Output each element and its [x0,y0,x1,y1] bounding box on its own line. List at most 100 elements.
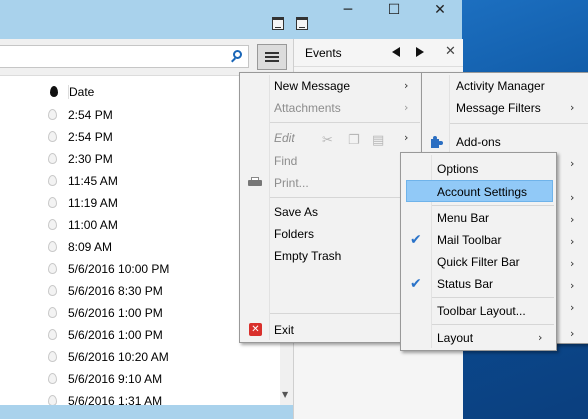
junk-status-icon[interactable] [48,307,57,318]
menu-item-label: Save As [274,205,319,219]
message-date: 8:09 AM [68,240,113,254]
calendar-icon[interactable] [272,17,284,30]
junk-status-icon[interactable] [48,351,57,362]
date-column-header[interactable]: Date [68,85,94,99]
menu-item-menu-bar[interactable]: Menu Bar [401,207,556,229]
menu-item-label: Toolbar Layout... [437,304,526,318]
menu-item-label: Empty Trash [274,249,342,263]
junk-status-icon[interactable] [48,175,57,186]
menu-item-find[interactable]: Find [240,150,421,172]
menu-item-print[interactable]: Print... [240,172,421,194]
message-date: 11:00 AM [68,218,118,232]
menu-item-layout[interactable]: Layout › [401,327,556,349]
menu-item-label: Activity Manager [456,79,545,93]
search-input[interactable] [0,45,249,68]
menu-item-label: Menu Bar [437,211,490,225]
paste-icon[interactable]: ▤ [372,130,384,152]
menu-separator [270,197,420,198]
message-date: 2:30 PM [68,152,113,166]
junk-status-icon[interactable] [48,219,57,230]
search-icon[interactable] [233,50,242,59]
chevron-right-icon: › [570,157,575,170]
table-row[interactable]: 11:45 AM [0,170,280,192]
chevron-right-icon: › [570,279,575,292]
menu-item-edit[interactable]: Edit ✂ ❐ ▤ › [240,127,421,149]
table-row[interactable]: 11:00 AM [0,214,280,236]
menu-item-label: Mail Toolbar [437,233,502,247]
menu-item-folders[interactable]: Folders [240,223,421,245]
menu-item-account-settings[interactable]: Account Settings [406,180,553,202]
menu-item-quick-filter-bar[interactable]: Quick Filter Bar [401,251,556,273]
cut-icon[interactable]: ✂ [322,130,333,152]
title-bar: ─ ☐ ✕ [0,0,462,39]
checkmark-icon: ✔ [410,276,422,292]
menu-item-addons[interactable]: Add-ons [422,131,588,153]
chevron-right-icon: › [570,235,575,248]
table-row[interactable]: 2:54 PM [0,104,280,126]
menu-item-attachments[interactable]: Attachments › [240,97,421,119]
app-menu-button[interactable] [257,44,287,70]
hamburger-icon-line [265,52,279,54]
chevron-right-icon: › [570,327,575,340]
menu-item-activity-manager[interactable]: Activity Manager [422,75,588,97]
close-pane-icon[interactable]: ✕ [445,44,456,59]
chevron-right-icon: › [570,301,575,314]
menu-separator [432,324,554,325]
table-row[interactable]: 2:54 PM [0,126,280,148]
menu-separator [270,122,420,123]
message-date: 2:54 PM [68,108,113,122]
junk-status-icon[interactable] [48,131,57,142]
menu-item-message-filters[interactable]: Message Filters › [422,97,588,119]
chevron-right-icon: › [538,331,543,344]
menu-item-empty-trash[interactable]: Empty Trash [240,245,421,267]
message-date: 5/6/2016 1:00 PM [68,306,163,320]
app-menu: New Message › Attachments › Edit ✂ ❐ ▤ ›… [239,72,422,343]
scroll-down-icon[interactable]: ▼ [282,390,288,399]
junk-status-icon[interactable] [48,241,57,252]
status-bar [0,405,293,419]
junk-status-icon[interactable] [48,373,57,384]
menu-item-toolbar-layout[interactable]: Toolbar Layout... [401,300,556,322]
next-day-icon[interactable] [416,47,424,57]
junk-status-icon[interactable] [48,153,57,164]
table-row[interactable]: 5/6/2016 10:20 AM [0,346,280,368]
junk-status-icon[interactable] [50,86,58,97]
junk-status-icon[interactable] [48,197,57,208]
message-date: 5/6/2016 10:20 AM [68,350,169,364]
menu-item-status-bar[interactable]: ✔ Status Bar [401,273,556,295]
copy-icon[interactable]: ❐ [348,130,360,152]
menu-item-label: Print... [274,176,309,190]
menu-item-label: Status Bar [437,277,494,291]
menu-item-label: Message Filters [456,101,541,115]
checkmark-icon: ✔ [410,232,422,248]
menu-item-save-as[interactable]: Save As [240,201,421,223]
junk-status-icon[interactable] [48,329,57,340]
menu-item-new-message[interactable]: New Message › [240,75,421,97]
table-row[interactable]: 5/6/2016 9:10 AM [0,368,280,390]
chevron-right-icon: › [570,257,575,270]
table-row[interactable]: 5/6/2016 8:30 PM [0,280,280,302]
table-row[interactable]: 5/6/2016 10:00 PM [0,258,280,280]
menu-item-options[interactable]: Options [401,158,556,180]
menu-item-exit[interactable]: ✕ Exit [240,319,421,341]
hamburger-icon-line [265,56,279,58]
table-row[interactable]: 5/6/2016 1:00 PM [0,302,280,324]
minimize-button[interactable]: ─ [325,0,371,20]
junk-status-icon[interactable] [48,285,57,296]
table-row[interactable]: 8:09 AM [0,236,280,258]
message-date: 5/6/2016 10:00 PM [68,262,170,276]
junk-status-icon[interactable] [48,263,57,274]
junk-status-icon[interactable] [48,109,57,120]
close-window-button[interactable]: ✕ [417,0,463,20]
maximize-button[interactable]: ☐ [371,0,417,20]
menu-item-label: Add-ons [456,135,501,149]
previous-day-icon[interactable] [392,47,400,57]
menu-item-label: Find [274,154,298,168]
table-row[interactable]: 2:30 PM [0,148,280,170]
menu-item-mail-toolbar[interactable]: ✔ Mail Toolbar [401,229,556,251]
menu-item-label: Options [437,162,479,176]
tasks-icon[interactable] [296,17,308,30]
table-row[interactable]: 11:19 AM [0,192,280,214]
menu-item-label: New Message [274,79,351,93]
table-row[interactable]: 5/6/2016 1:00 PM [0,324,280,346]
